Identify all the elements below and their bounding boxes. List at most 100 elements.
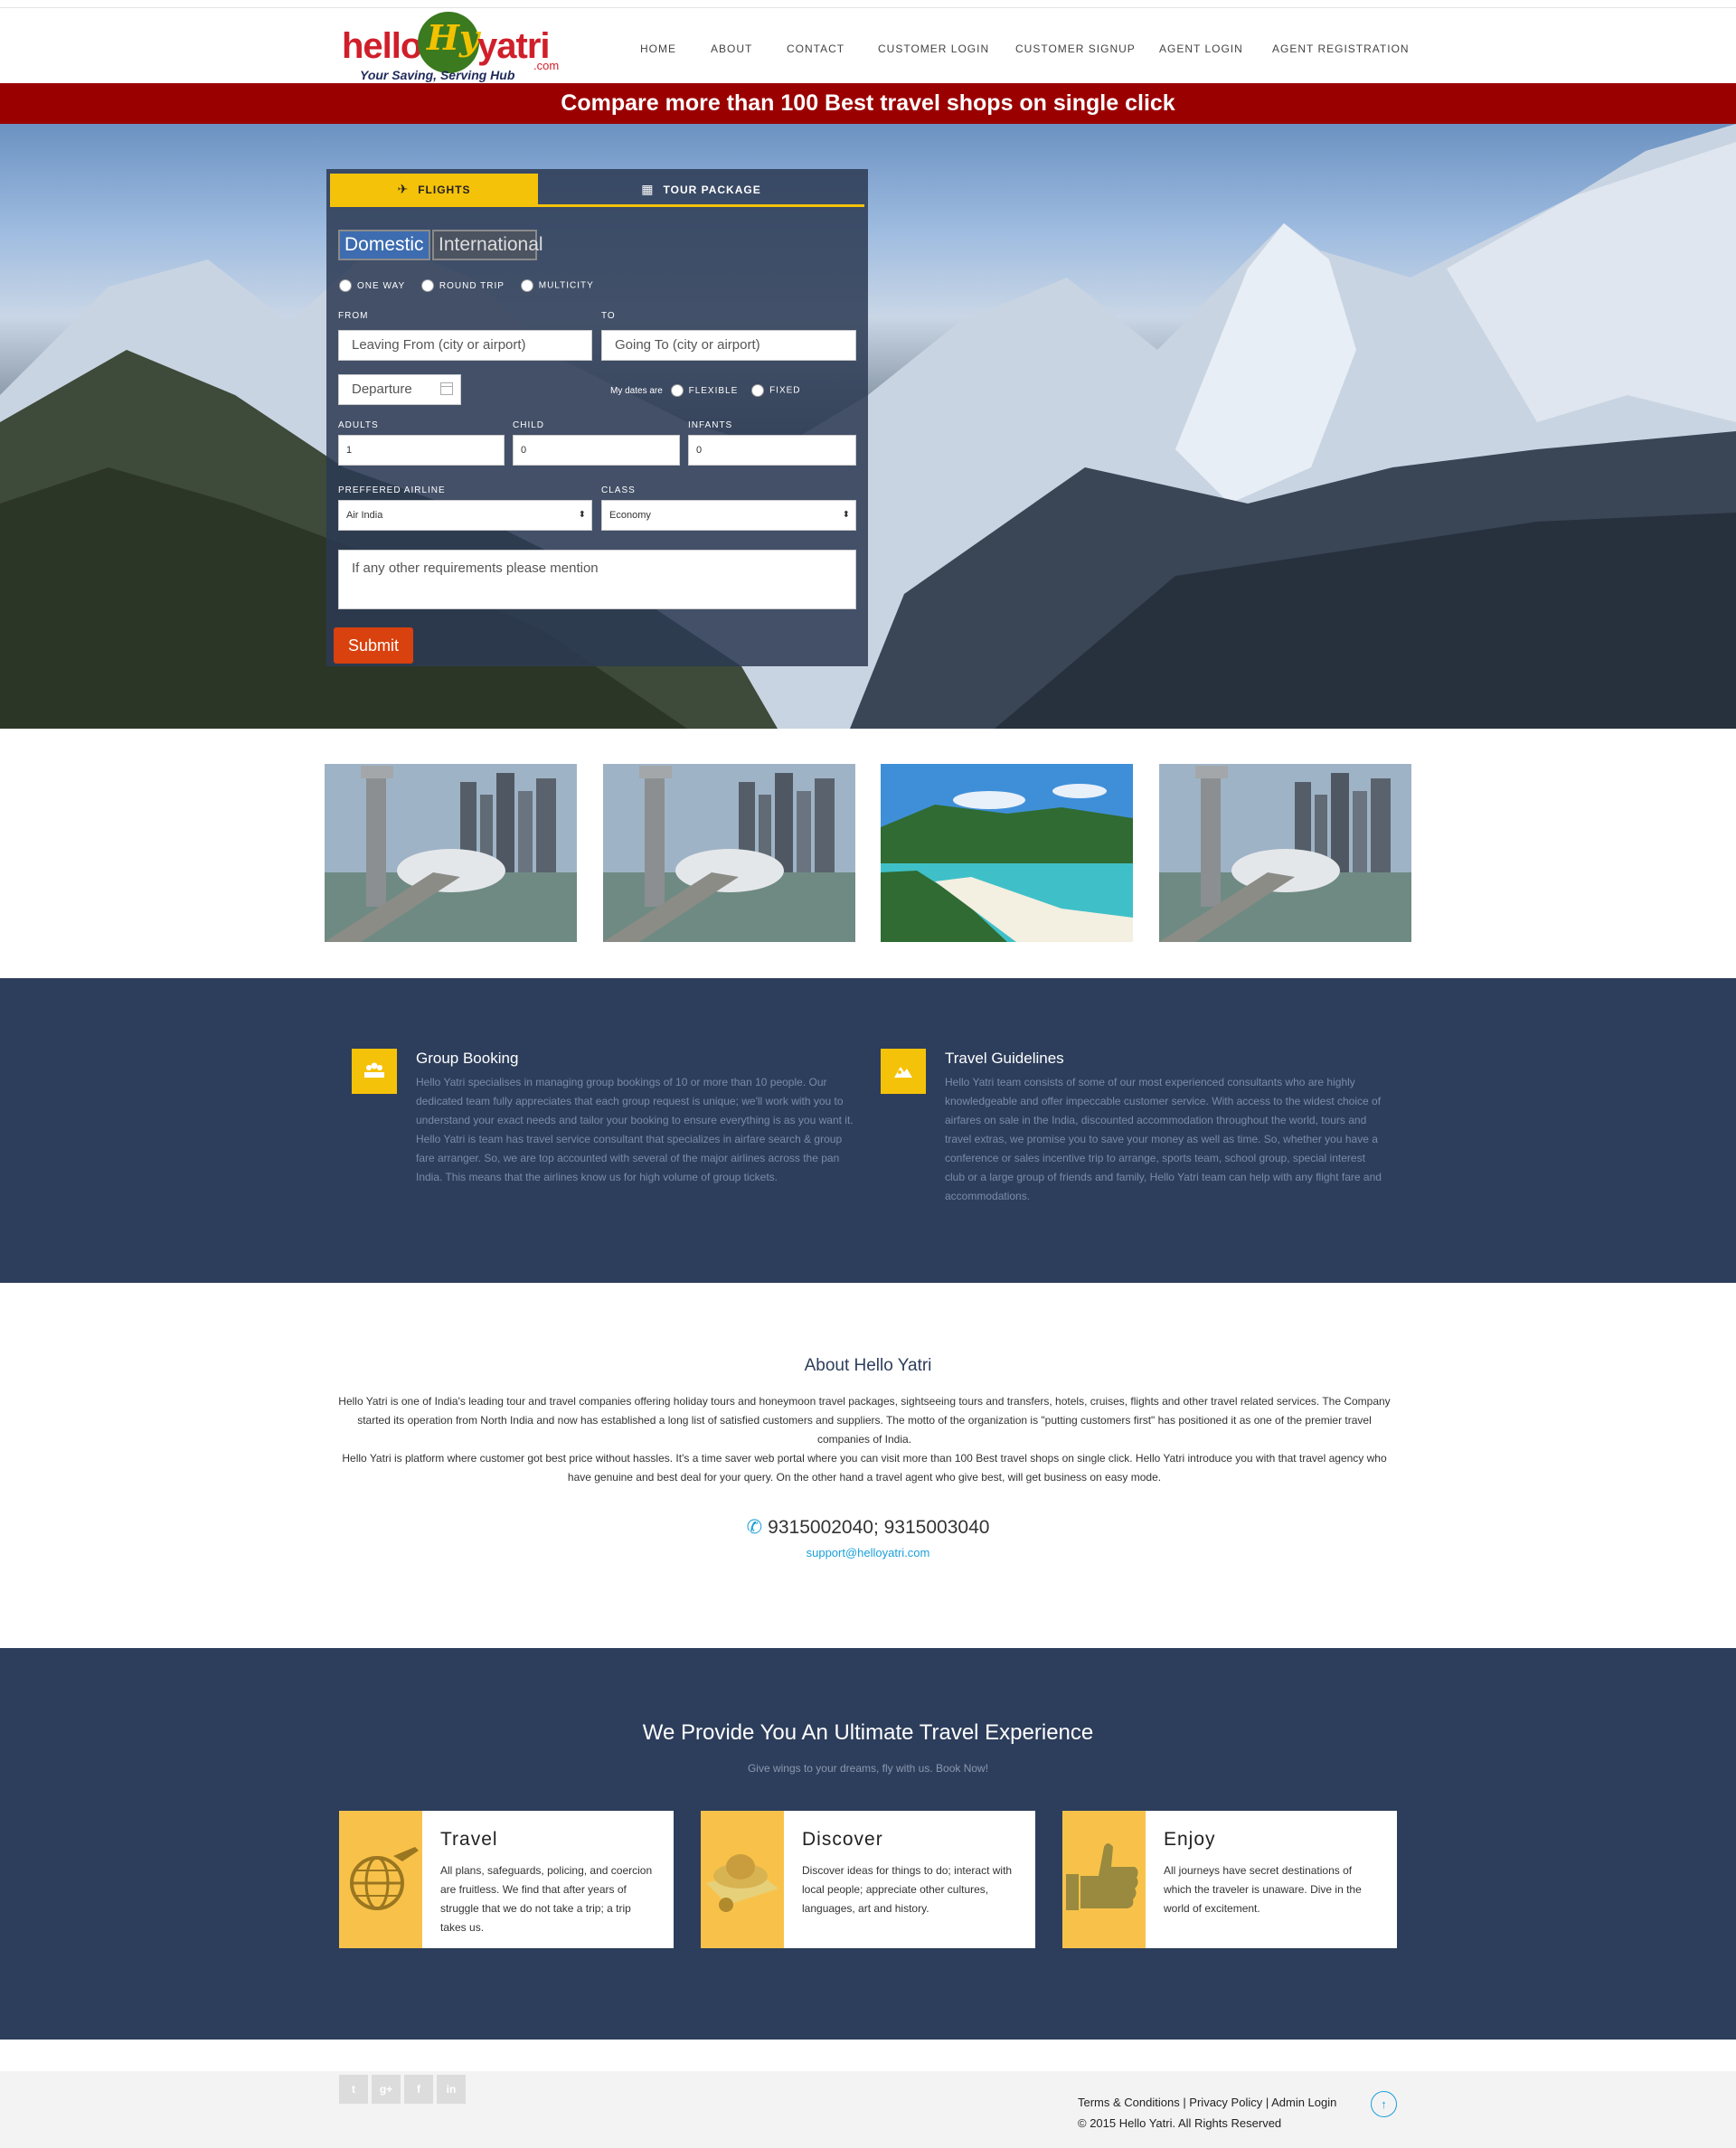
round-trip-radio[interactable] — [420, 279, 434, 292]
linkedin-icon[interactable]: in — [437, 2075, 466, 2104]
multicity-label: MULTICITY — [538, 280, 594, 291]
to-label: TO — [601, 311, 616, 321]
from-label: FROM — [338, 311, 369, 321]
flexible-radio[interactable] — [670, 384, 684, 397]
to-input[interactable]: Going To (city or airport) — [601, 330, 856, 361]
logo-com: .com — [533, 59, 560, 72]
copyright: © 2015 Hello Yatri. All Rights Reserved — [1078, 2116, 1282, 2130]
nav-customer-signup[interactable]: CUSTOMER SIGNUP — [1015, 42, 1136, 55]
card-travel-text: All plans, safeguards, policing, and coe… — [440, 1864, 653, 1934]
travel-guidelines-text: Hello Yatri team consists of some of our… — [945, 1076, 1382, 1202]
gallery-image-city[interactable] — [325, 764, 577, 942]
twitter-icon[interactable]: t — [339, 2075, 368, 2104]
about-paragraph-1: Hello Yatri is one of India's leading to… — [338, 1395, 1391, 1446]
contact-email[interactable]: support@helloyatri.com — [0, 1546, 1736, 1559]
tab-flights-label: FLIGHTS — [418, 184, 471, 196]
domestic-toggle[interactable]: Domestic — [338, 230, 430, 260]
flexible-label: FLEXIBLE — [688, 385, 739, 396]
flight-search-form: ✈ FLIGHTS ▦ TOUR PACKAGE Domestic Internat… — [326, 169, 868, 666]
requirements-textarea[interactable]: If any other requirements please mention — [338, 550, 856, 609]
card-discover[interactable]: Discover Discover ideas for things to do… — [701, 1811, 1035, 1948]
mountain-background — [0, 124, 1736, 729]
search-tabs: ✈ FLIGHTS ▦ TOUR PACKAGE — [330, 174, 864, 207]
card-enjoy-title: Enjoy — [1164, 1829, 1216, 1850]
nav-home[interactable]: HOME — [640, 42, 676, 55]
round-trip-label: ROUND TRIP — [439, 280, 505, 291]
multicity-radio[interactable] — [520, 279, 533, 292]
nav-agent-login[interactable]: AGENT LOGIN — [1159, 42, 1243, 55]
departure-input[interactable]: Departure — [338, 374, 461, 405]
fixed-label: FIXED — [769, 385, 801, 396]
class-select[interactable]: Economy ⬍ — [601, 500, 856, 531]
card-travel[interactable]: Travel All plans, safeguards, policing, … — [339, 1811, 674, 1948]
main-nav: HOME ABOUT CONTACT CUSTOMER LOGIN CUSTOM… — [0, 42, 1736, 61]
contact-phone: ✆ 9315002040; 9315003040 — [0, 1516, 1736, 1539]
features-section: Group Booking Hello Yatri specialises in… — [0, 978, 1736, 1283]
card-enjoy[interactable]: Enjoy All journeys have secret destinati… — [1062, 1811, 1397, 1948]
plane-icon: ✈ — [397, 182, 410, 196]
site-footer — [0, 2071, 1736, 2148]
submit-button[interactable]: Submit — [334, 627, 413, 664]
infants-input[interactable]: 0 — [688, 435, 856, 466]
one-way-radio[interactable] — [339, 279, 352, 292]
select-arrows-icon: ⬍ — [842, 510, 850, 520]
gallery-image-city[interactable] — [1159, 764, 1411, 942]
mountain-icon — [881, 1049, 926, 1094]
airline-label: PREFFERED AIRLINE — [338, 485, 446, 495]
about-title: About Hello Yatri — [804, 1356, 932, 1375]
destination-gallery — [0, 764, 1736, 942]
trip-type-radios: ONE WAY ROUND TRIP MULTICITY — [339, 279, 594, 294]
nav-contact[interactable]: CONTACT — [787, 42, 844, 55]
gallery-image-beach[interactable] — [881, 764, 1133, 942]
site-header: hello Hy yatri .com Your Saving, Serving… — [0, 8, 1736, 83]
scroll-to-top-button[interactable]: ↑ — [1371, 2091, 1397, 2117]
phone-icon: ✆ — [746, 1517, 763, 1538]
calendar-icon[interactable] — [440, 382, 453, 395]
nav-about[interactable]: ABOUT — [711, 42, 752, 55]
fixed-radio[interactable] — [751, 384, 765, 397]
facebook-icon[interactable]: f — [404, 2075, 433, 2104]
adults-label: ADULTS — [338, 420, 379, 430]
footer-links[interactable]: Terms & Conditions | Privacy Policy | Ad… — [1078, 2096, 1336, 2109]
class-value: Economy — [609, 510, 651, 521]
nav-customer-login[interactable]: CUSTOMER LOGIN — [878, 42, 989, 55]
group-icon — [352, 1049, 397, 1094]
about-paragraph-2: Hello Yatri is platform where customer g… — [342, 1452, 1387, 1484]
experience-subtitle: Give wings to your dreams, fly with us. … — [747, 1762, 989, 1775]
building-icon: ▦ — [641, 182, 655, 196]
phone-numbers: 9315002040; 9315003040 — [768, 1517, 990, 1538]
group-booking-title: Group Booking — [416, 1050, 519, 1067]
child-label: CHILD — [513, 420, 545, 430]
group-booking-text: Hello Yatri specialises in managing grou… — [416, 1076, 854, 1183]
top-border — [0, 0, 1736, 8]
airline-select[interactable]: Air India ⬍ — [338, 500, 592, 531]
experience-title: We Provide You An Ultimate Travel Experi… — [642, 1720, 1094, 1745]
about-text: Hello Yatri is one of India's leading to… — [331, 1392, 1398, 1487]
travel-guidelines-title: Travel Guidelines — [945, 1050, 1064, 1067]
international-toggle[interactable]: International — [432, 230, 543, 260]
from-input[interactable]: Leaving From (city or airport) — [338, 330, 592, 361]
departure-placeholder: Departure — [352, 382, 412, 397]
select-arrows-icon: ⬍ — [578, 510, 586, 520]
nav-agent-registration[interactable]: AGENT REGISTRATION — [1272, 42, 1410, 55]
airline-value: Air India — [346, 510, 383, 521]
logo-tagline: Your Saving, Serving Hub — [360, 68, 515, 82]
card-discover-text: Discover ideas for things to do; interac… — [802, 1864, 1013, 1915]
date-flex-radios: My dates are FLEXIBLE FIXED — [610, 384, 801, 399]
dates-label: My dates are — [610, 385, 663, 396]
promo-banner: Compare more than 100 Best travel shops … — [0, 83, 1736, 124]
one-way-label: ONE WAY — [357, 280, 406, 291]
child-input[interactable]: 0 — [513, 435, 680, 466]
class-label: CLASS — [601, 485, 636, 495]
thumbs-up-icon — [1062, 1811, 1146, 1948]
tab-flights[interactable]: ✈ FLIGHTS — [330, 174, 538, 204]
card-travel-title: Travel — [440, 1829, 498, 1850]
tab-tour-label: TOUR PACKAGE — [663, 184, 761, 196]
map-hat-icon — [701, 1811, 784, 1948]
gallery-image-city[interactable] — [603, 764, 855, 942]
globe-plane-icon — [339, 1811, 422, 1948]
hero-section: ✈ FLIGHTS ▦ TOUR PACKAGE Domestic Internat… — [0, 124, 1736, 729]
tab-tour-package[interactable]: ▦ TOUR PACKAGE — [538, 174, 864, 204]
adults-input[interactable]: 1 — [338, 435, 505, 466]
google-plus-icon[interactable]: g+ — [372, 2075, 401, 2104]
